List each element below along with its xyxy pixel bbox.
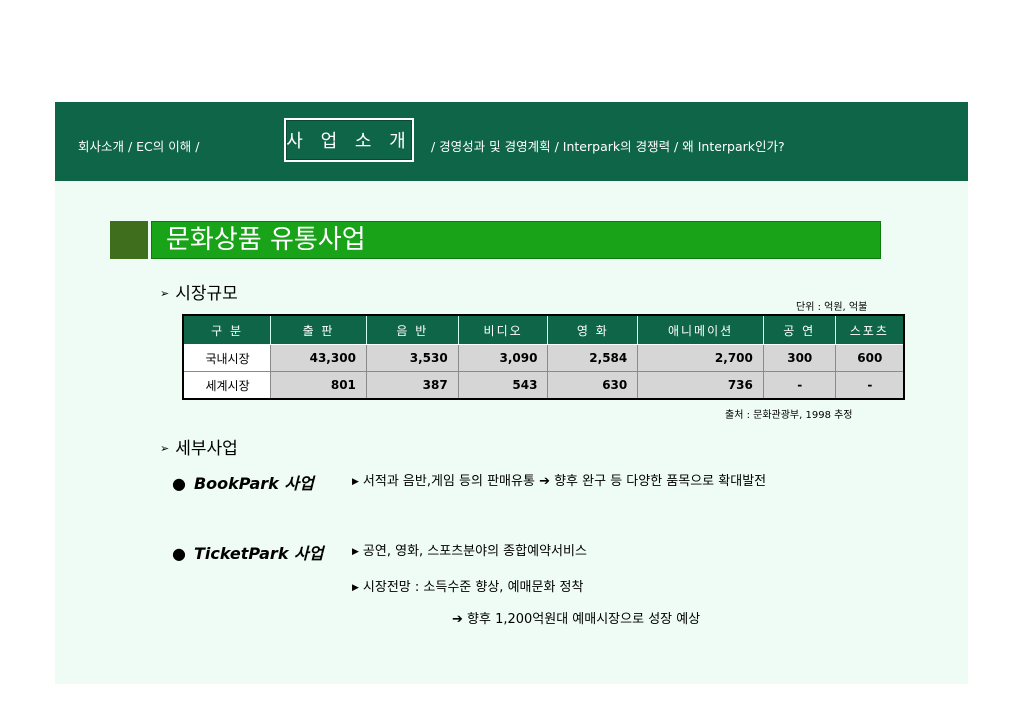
table-header-cell: 구 분	[182, 314, 272, 345]
table-row: 세계시장 801 387 543 630 736 - -	[182, 371, 905, 400]
table-cell: 2,700	[637, 344, 764, 372]
ticketpark-desc-2-text: 시장전망 : 소득수준 향상, 예매문화 정착	[362, 580, 584, 595]
table-header-cell: 음 반	[365, 314, 459, 345]
bookpark-desc: ▶ 서적과 음반,게임 등의 판매유통 ➔ 향후 완구 등 다양한 품목으로 확대…	[352, 470, 766, 489]
ticketpark-desc-1: ▶ 공연, 영화, 스포츠분야의 종합예약서비스	[352, 540, 587, 559]
table-cell: -	[834, 371, 905, 400]
table-header-cell: 출 판	[270, 314, 367, 345]
market-heading: ➢ 시장규모	[160, 279, 238, 304]
title-square	[110, 221, 148, 259]
ticketpark-title: ● TicketPark 사업	[172, 540, 323, 564]
table-header-cell: 비디오	[457, 314, 549, 345]
unit-note: 단위 : 억원, 억불	[796, 302, 868, 313]
market-table: 구 분 출 판 음 반 비디오 영 화 애니메이션 공 연 스포츠 국내시장 4…	[182, 314, 905, 400]
table-cell: 3,530	[365, 344, 459, 372]
ticketpark-desc-1-text: 공연, 영화, 스포츠분야의 종합예약서비스	[362, 544, 587, 559]
page-title: 문화상품 유통사업	[151, 221, 881, 259]
table-cell: 300	[762, 344, 836, 372]
bookpark-desc-text: 서적과 음반,게임 등의 판매유통 ➔ 향후 완구 등 다양한 품목으로 확대발…	[362, 474, 767, 489]
ticketpark-desc-3: ➔ 향후 1,200억원대 예매시장으로 성장 예상	[452, 612, 701, 627]
table-cell: 2,584	[547, 344, 639, 372]
triangle-icon: ▶	[352, 583, 359, 593]
table-cell: 543	[457, 371, 549, 400]
table-cell: 43,300	[270, 344, 367, 372]
arrow-icon: ➢	[160, 287, 170, 300]
triangle-icon: ▶	[352, 477, 359, 487]
table-cell: 3,090	[457, 344, 549, 372]
table-cell: 387	[365, 371, 459, 400]
table-row: 국내시장 43,300 3,530 3,090 2,584 2,700 300 …	[182, 344, 905, 372]
bookpark-title-text: BookPark 사업	[193, 474, 314, 493]
triangle-icon: ▶	[352, 547, 359, 557]
detail-heading-text: 세부사업	[175, 439, 238, 459]
table-cell: 600	[834, 344, 905, 372]
table-header-row: 구 분 출 판 음 반 비디오 영 화 애니메이션 공 연 스포츠	[182, 314, 905, 345]
table-cell: 736	[637, 371, 764, 400]
table-header-cell: 스포츠	[834, 314, 905, 345]
detail-heading: ➢ 세부사업	[160, 434, 238, 459]
nav-right-items[interactable]: / 경영성과 및 경영계획 / Interpark의 경쟁력 / 왜 Inter…	[431, 136, 785, 155]
table-cell: 630	[547, 371, 639, 400]
table-header-cell: 공 연	[762, 314, 836, 345]
nav-active-tab[interactable]: 사 업 소 개	[284, 118, 414, 162]
bullet-icon: ●	[172, 544, 186, 563]
ticketpark-title-text: TicketPark 사업	[193, 544, 324, 563]
bullet-icon: ●	[172, 474, 186, 493]
row-label: 국내시장	[182, 344, 272, 372]
table-cell: 801	[270, 371, 367, 400]
ticketpark-desc-2: ▶ 시장전망 : 소득수준 향상, 예매문화 정착	[352, 576, 583, 595]
source-note: 출처 : 문화관광부, 1998 추정	[725, 410, 853, 421]
bookpark-title: ● BookPark 사업	[172, 470, 314, 494]
row-label: 세계시장	[182, 371, 272, 400]
table-cell: -	[762, 371, 836, 400]
market-heading-text: 시장규모	[175, 284, 238, 304]
table-header-cell: 영 화	[547, 314, 639, 345]
arrow-icon: ➢	[160, 442, 170, 455]
table-header-cell: 애니메이션	[637, 314, 764, 345]
nav-left-items[interactable]: 회사소개 / EC의 이해 /	[78, 136, 199, 155]
